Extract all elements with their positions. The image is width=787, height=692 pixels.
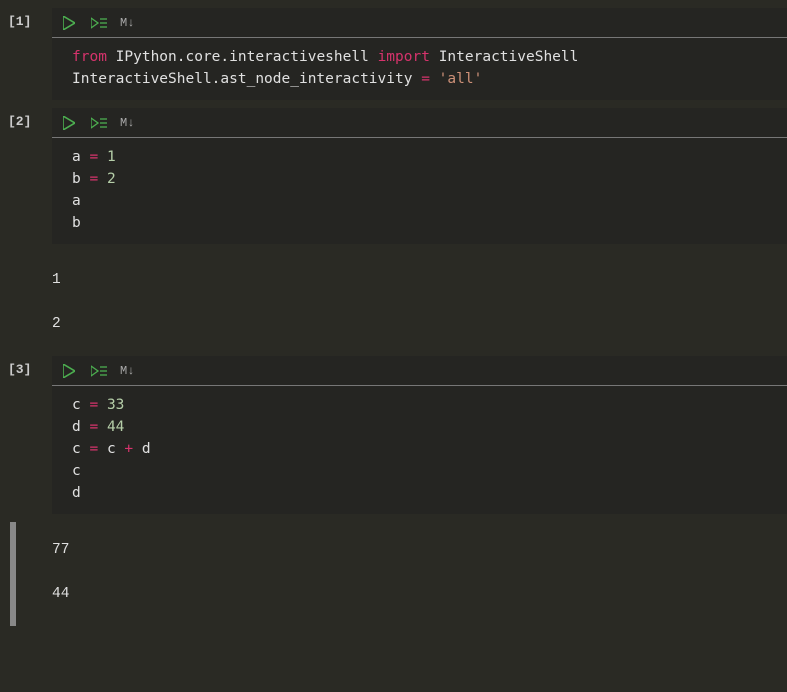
markdown-toggle-button[interactable]: M↓: [120, 16, 134, 30]
markdown-toggle-button[interactable]: M↓: [120, 364, 134, 378]
notebook: [1] M↓ from IPython.core.interactiveshel…: [0, 0, 787, 626]
exec-count: [3]: [0, 356, 52, 514]
output-line: 1: [52, 264, 787, 308]
output-line: 77: [52, 534, 787, 578]
exec-count: [2]: [0, 108, 52, 244]
step-icon: [91, 116, 107, 130]
run-cell-button[interactable]: [60, 14, 78, 32]
output-line: 44: [52, 578, 787, 622]
play-icon: [63, 16, 75, 30]
code-editor[interactable]: c = 33 d = 44 c = c + d c d: [52, 386, 787, 514]
cell-toolbar: M↓: [52, 356, 787, 386]
code-cell: [3] M↓ c = 33 d = 44 c = c + d c d: [0, 356, 787, 514]
cell-toolbar: M↓: [52, 8, 787, 38]
run-by-line-button[interactable]: [90, 114, 108, 132]
play-icon: [63, 116, 75, 130]
cell-output: 77 44: [0, 522, 787, 626]
run-cell-button[interactable]: [60, 114, 78, 132]
step-icon: [91, 364, 107, 378]
code-editor[interactable]: a = 1 b = 2 a b: [52, 138, 787, 244]
step-icon: [91, 16, 107, 30]
output-gutter: [16, 522, 52, 626]
cell-body: M↓ c = 33 d = 44 c = c + d c d: [52, 356, 787, 514]
cell-body: M↓ from IPython.core.interactiveshell im…: [52, 8, 787, 100]
code-editor[interactable]: from IPython.core.interactiveshell impor…: [52, 38, 787, 100]
cell-body: M↓ a = 1 b = 2 a b: [52, 108, 787, 244]
output-line: 2: [52, 308, 787, 352]
run-by-line-button[interactable]: [90, 14, 108, 32]
code-cell: [2] M↓ a = 1 b = 2 a b: [0, 108, 787, 244]
output-area: 1 2: [52, 252, 787, 356]
output-gutter: [0, 252, 52, 356]
code-cell: [1] M↓ from IPython.core.interactiveshel…: [0, 8, 787, 100]
run-cell-button[interactable]: [60, 362, 78, 380]
cell-toolbar: M↓: [52, 108, 787, 138]
run-by-line-button[interactable]: [90, 362, 108, 380]
markdown-toggle-button[interactable]: M↓: [120, 116, 134, 130]
play-icon: [63, 364, 75, 378]
output-area: 77 44: [52, 522, 787, 626]
cell-output: 1 2: [0, 252, 787, 356]
exec-count: [1]: [0, 8, 52, 100]
